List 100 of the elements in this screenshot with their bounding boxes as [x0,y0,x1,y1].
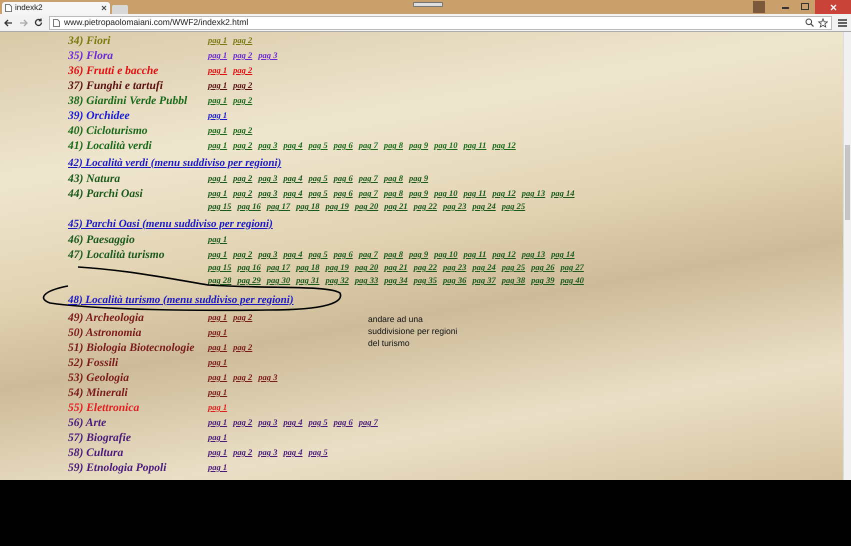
page-link[interactable]: pag 14 [551,248,575,261]
page-link[interactable]: pag 1 [208,64,228,77]
page-link[interactable]: pag 1 [208,109,228,122]
page-link[interactable]: pag 5 [308,446,328,459]
page-link[interactable]: pag 6 [334,172,353,185]
page-link[interactable]: pag 2 [233,248,252,261]
page-link[interactable]: pag 1 [208,311,228,324]
page-link[interactable]: pag 23 [443,200,466,213]
page-link[interactable]: pag 9 [409,187,428,200]
page-link[interactable]: pag 37 [472,274,496,287]
page-link[interactable]: pag 8 [384,139,403,152]
page-link[interactable]: pag 3 [258,172,278,185]
page-link[interactable]: pag 7 [358,172,378,185]
page-link[interactable]: pag 3 [258,446,278,459]
page-link[interactable]: pag 15 [208,200,232,213]
scrollbar-thumb[interactable] [845,145,850,220]
page-link[interactable]: pag 1 [208,172,228,185]
page-link[interactable]: pag 11 [464,139,486,152]
page-link[interactable]: pag 1 [208,371,228,384]
page-link[interactable]: pag 1 [208,187,228,200]
page-link[interactable]: pag 1 [208,49,228,62]
page-link[interactable]: pag 19 [326,261,349,274]
page-link[interactable]: pag 2 [233,49,252,62]
page-link[interactable]: pag 6 [334,139,353,152]
page-link[interactable]: pag 5 [308,187,328,200]
page-link[interactable]: pag 6 [334,416,353,429]
page-link[interactable]: pag 5 [308,139,328,152]
zoom-icon[interactable] [805,18,814,27]
close-icon[interactable] [101,5,107,11]
page-link[interactable]: pag 6 [334,248,353,261]
page-link[interactable]: pag 7 [358,187,378,200]
page-link[interactable]: pag 4 [283,187,302,200]
page-link[interactable]: pag 11 [464,248,486,261]
page-link[interactable]: pag 18 [296,200,320,213]
page-link[interactable]: pag 4 [283,446,302,459]
page-link[interactable]: pag 1 [208,94,228,107]
page-link[interactable]: pag 3 [258,139,278,152]
page-link[interactable]: pag 2 [233,416,252,429]
page-link[interactable]: pag 22 [414,200,437,213]
page-link[interactable]: pag 16 [237,200,261,213]
page-link[interactable]: pag 6 [334,187,353,200]
page-link[interactable]: pag 1 [208,401,228,414]
page-link[interactable]: pag 7 [358,416,378,429]
page-link[interactable]: pag 7 [358,139,378,152]
page-link[interactable]: pag 1 [208,416,228,429]
page-link[interactable]: pag 2 [233,34,252,47]
page-link[interactable]: pag 1 [208,446,228,459]
page-link[interactable]: pag 1 [208,233,228,246]
page-link[interactable]: pag 2 [233,446,252,459]
page-link[interactable]: pag 1 [208,326,228,339]
page-link[interactable]: pag 2 [233,139,252,152]
page-link[interactable]: pag 5 [308,416,328,429]
section-link[interactable]: 45) Parchi Oasi (menu suddiviso per regioni) [68,216,273,232]
page-link[interactable]: pag 2 [233,64,252,77]
page-link[interactable]: pag 1 [208,79,228,92]
page-link[interactable]: pag 28 [208,274,232,287]
page-link[interactable]: pag 4 [283,416,302,429]
page-link[interactable]: pag 1 [208,356,228,369]
page-link[interactable]: pag 12 [492,248,516,261]
page-link[interactable]: pag 4 [283,172,302,185]
page-link[interactable]: pag 4 [283,248,302,261]
page-link[interactable]: pag 15 [208,261,232,274]
page-link[interactable]: pag 14 [551,187,575,200]
page-link[interactable]: pag 2 [233,172,252,185]
page-link[interactable]: pag 13 [522,187,546,200]
page-link[interactable]: pag 31 [296,274,320,287]
page-link[interactable]: pag 20 [354,200,378,213]
page-link[interactable]: pag 25 [502,261,526,274]
page-link[interactable]: pag 1 [208,341,228,354]
page-link[interactable]: pag 12 [492,139,516,152]
page-link[interactable]: pag 39 [531,274,554,287]
page-link[interactable]: pag 16 [237,261,261,274]
page-link[interactable]: pag 1 [208,431,228,444]
page-link[interactable]: pag 3 [258,416,278,429]
page-link[interactable]: pag 1 [208,386,228,399]
page-link[interactable]: pag 11 [464,187,486,200]
section-link[interactable]: 42) Località verdi (menu suddiviso per regioni) [68,154,282,172]
page-link[interactable]: pag 9 [409,172,428,185]
page-link[interactable]: pag 2 [233,79,252,92]
page-link[interactable]: pag 8 [384,248,403,261]
page-link[interactable]: pag 8 [384,187,403,200]
page-link[interactable]: pag 21 [384,261,408,274]
close-window-button[interactable] [815,0,851,14]
page-link[interactable]: pag 2 [233,341,252,354]
page-link[interactable]: pag 1 [208,461,228,474]
page-link[interactable]: pag 19 [326,200,349,213]
page-link[interactable]: pag 22 [414,261,437,274]
page-link[interactable]: pag 36 [443,274,466,287]
page-link[interactable]: pag 10 [434,187,458,200]
page-link[interactable]: pag 3 [258,371,278,384]
page-link[interactable]: pag 24 [472,200,496,213]
page-link[interactable]: pag 3 [258,49,278,62]
page-link[interactable]: pag 17 [266,261,290,274]
page-link[interactable]: pag 1 [208,124,228,137]
page-link[interactable]: pag 2 [233,124,252,137]
page-link[interactable]: pag 5 [308,248,328,261]
page-link[interactable]: pag 13 [522,248,546,261]
back-arrow-icon[interactable] [4,18,13,26]
star-icon[interactable] [818,18,828,28]
page-link[interactable]: pag 38 [502,274,526,287]
